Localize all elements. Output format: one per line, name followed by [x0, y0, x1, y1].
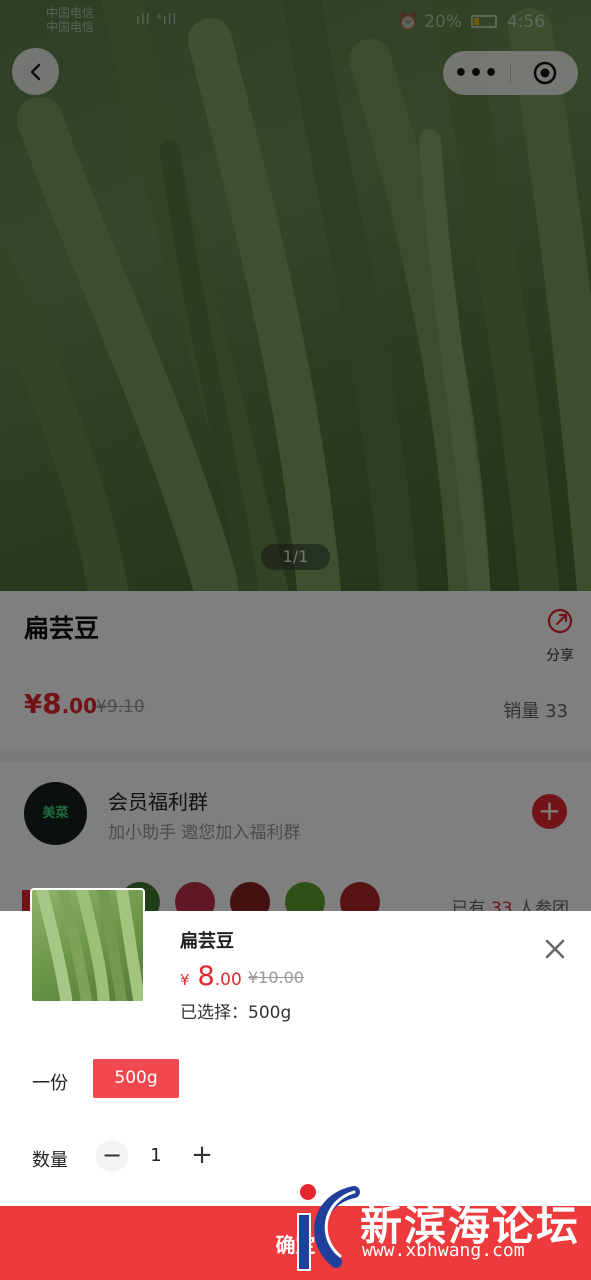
product-thumbnail [30, 888, 145, 1003]
modal-overlay[interactable] [0, 0, 591, 911]
sheet-price: ¥8.00 [180, 961, 242, 992]
spec-option-500g[interactable]: 500g [93, 1059, 179, 1098]
quantity-value[interactable]: 1 [140, 1145, 172, 1166]
watermark-url: www.xbhwang.com [362, 1240, 525, 1261]
close-icon[interactable] [542, 936, 568, 962]
sheet-product-name: 扁芸豆 [180, 931, 234, 952]
spec-label: 一份 [32, 1073, 68, 1094]
quantity-label: 数量 [32, 1150, 68, 1171]
quantity-increase-button[interactable]: + [186, 1140, 218, 1172]
sheet-price-symbol: ¥ [180, 971, 190, 989]
watermark-logo [297, 1182, 360, 1271]
sheet-price-int: 8 [197, 961, 215, 992]
sheet-original-price: ¥10.00 [248, 968, 304, 987]
watermark: 新滨海论坛 www.xbhwang.com [296, 1180, 591, 1280]
sheet-price-dec: .00 [214, 970, 242, 990]
bean-thumbnail-illustration [36, 890, 143, 1001]
quantity-decrease-button[interactable]: − [96, 1140, 128, 1172]
selected-spec: 已选择：500g [180, 1003, 292, 1023]
